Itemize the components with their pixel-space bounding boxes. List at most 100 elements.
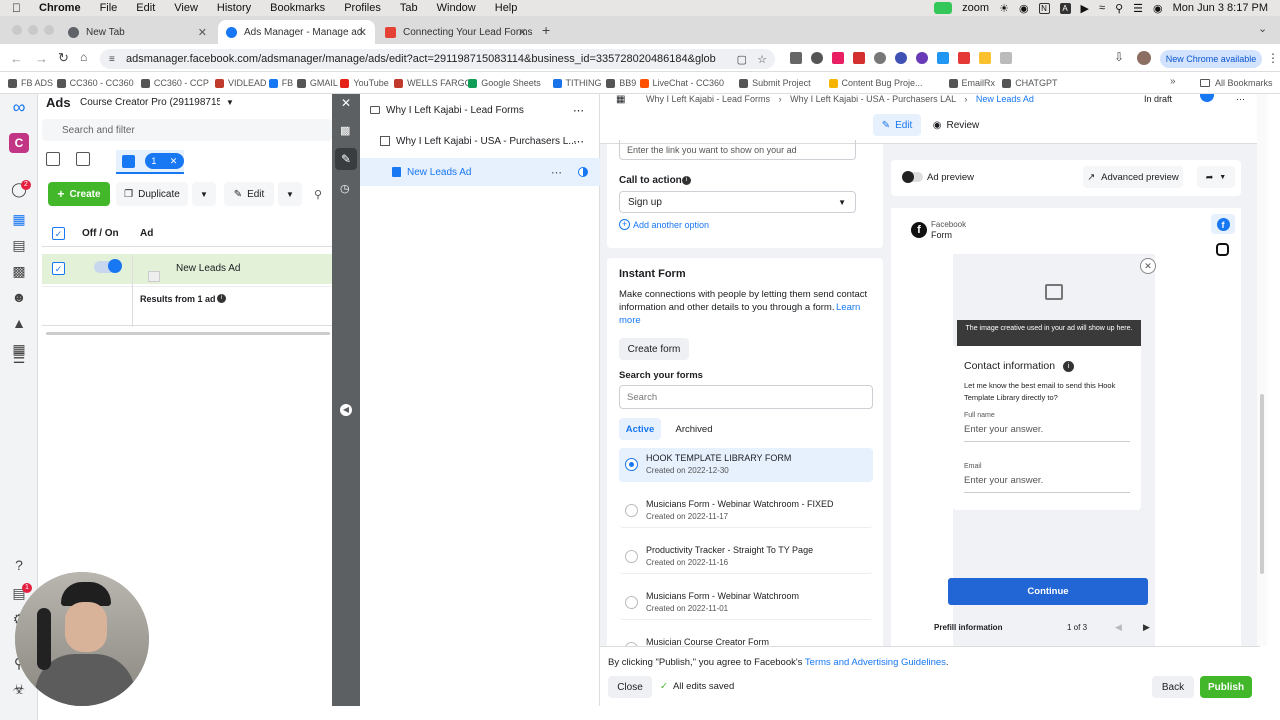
all-bookmarks[interactable]: All Bookmarks [1200,78,1273,88]
bookmark-item[interactable]: GMAIL [296,78,338,88]
close-icon[interactable]: ✕ [518,26,527,39]
menubar-clock[interactable]: Mon Jun 3 8:17 PM [1173,2,1268,14]
duplicate-button[interactable]: ❐ Duplicate [116,182,188,206]
forward-icon[interactable]: → [35,51,48,66]
window-zoom-button[interactable] [44,25,54,35]
info-icon[interactable]: i [682,176,691,185]
col-ad[interactable]: Ad [140,228,153,239]
bookmark-item[interactable]: WELLS FARGO [394,78,472,88]
extension-icon[interactable] [916,52,928,64]
breadcrumb-campaign[interactable]: Why I Left Kajabi - Lead Forms [646,94,770,104]
calendar-icon[interactable]: ▩ [10,262,28,280]
info-icon[interactable]: i [1063,361,1074,372]
site-info-icon[interactable]: ≡ [109,54,115,65]
menu-app-chrome[interactable]: Chrome [39,2,81,14]
extension-icon[interactable] [811,52,823,64]
meta-logo-icon[interactable]: ∞ [10,97,28,117]
menu-edit[interactable]: Edit [136,2,155,14]
edit-mode-icon[interactable]: ✎ [335,148,357,170]
apple-icon[interactable]:  [12,1,21,15]
download-icon[interactable]: ⇩ [1114,50,1124,64]
a-icon[interactable]: A [1059,2,1071,14]
form-radio[interactable] [625,550,638,563]
bookmark-item[interactable]: FB ADS [8,78,53,88]
menu-file[interactable]: File [100,2,118,14]
bookmark-item[interactable]: VIDLEAD [215,78,267,88]
form-radio[interactable] [625,596,638,609]
table-row[interactable]: ✓ New Leads Ad [42,254,332,284]
continue-button[interactable]: Continue [948,578,1148,605]
tab-ads-manager[interactable]: Ads Manager - Manage ads - ✕ [218,20,375,44]
terms-link[interactable]: Terms and Advertising Guidelines [805,657,946,668]
record-icon[interactable]: ◉ [1019,2,1029,15]
bookmark-item[interactable]: EmailRx [948,78,995,88]
select-all-checkbox[interactable]: ✓ [52,227,65,240]
back-icon[interactable]: ← [10,51,23,66]
bookmark-item[interactable]: CC360 - CC360 [56,78,134,88]
extension-icon[interactable] [958,52,970,64]
bookmark-item[interactable]: Content Bug Proje... [828,78,923,88]
next-icon[interactable]: ▶ [1143,622,1150,633]
cta-select[interactable]: Sign up ▼ [619,191,856,213]
edit-dropdown[interactable]: ▼ [278,182,302,206]
publish-button[interactable]: Publish [1200,676,1252,698]
on-off-toggle[interactable] [94,259,122,273]
bookmark-item[interactable]: TITHING [552,78,602,88]
menu-window[interactable]: Window [437,2,476,14]
form-option[interactable]: Musicians Form - Webinar Watchroom Create… [619,586,873,620]
extension-icon[interactable] [979,52,991,64]
review-mode-button[interactable]: ◉ Review [928,114,984,136]
more-icon[interactable]: ⋯ [551,166,562,179]
duplicate-dropdown[interactable]: ▼ [192,182,216,206]
menu-profiles[interactable]: Profiles [344,2,381,14]
create-button[interactable]: + Create [48,182,110,206]
n-icon[interactable]: N [1038,2,1050,14]
install-icon[interactable]: ▢ [737,53,747,66]
breadcrumb-ad[interactable]: New Leads Ad [976,94,1034,104]
row-checkbox[interactable]: ✓ [52,262,65,275]
menu-tab[interactable]: Tab [400,2,418,14]
close-icon[interactable]: ✕ [1140,258,1156,274]
puzzle-icon[interactable] [1000,52,1012,64]
menu-history[interactable]: History [217,2,251,14]
adsets-icon[interactable] [76,152,90,166]
tab-connecting-lead-forms[interactable]: Connecting Your Lead Forms ✕ [377,20,535,44]
new-tab-button[interactable]: + [542,22,550,38]
menu-help[interactable]: Help [495,2,518,14]
chart-icon[interactable]: ▩ [340,124,350,137]
pages-icon[interactable]: ▤ [10,236,28,254]
menu-bookmarks[interactable]: Bookmarks [270,2,325,14]
profile-avatar[interactable] [1137,51,1151,65]
edit-button[interactable]: ✎ Edit [224,182,274,206]
extension-icon[interactable] [937,52,949,64]
history-icon[interactable]: ◷ [340,182,350,195]
close-icon[interactable]: ✕ [170,156,178,167]
tree-item-campaign[interactable]: Why I Left Kajabi - Lead Forms ⋯ [360,100,600,120]
brightness-icon[interactable]: ☀ [999,2,1009,15]
bookmark-item[interactable]: BB9 [606,78,636,88]
ad-preview-toggle[interactable] [902,171,923,183]
sidebar-toggle-icon[interactable]: ▦ [616,94,625,105]
bookmark-star-icon[interactable]: ☆ [757,53,767,66]
close-button[interactable]: Close [608,676,652,698]
website-url-input[interactable]: Enter the link you want to show on your … [619,140,856,160]
reload-icon[interactable]: ↻ [58,50,69,66]
ads-level-tab[interactable]: 1 ✕ [116,150,184,174]
form-radio[interactable] [625,504,638,517]
selected-count-chip[interactable]: 1 ✕ [144,153,184,169]
extension-icon[interactable] [874,52,886,64]
bookmark-item[interactable]: CC360 - CCP [140,78,209,88]
more-menu-icon[interactable]: ⋮ [1267,51,1279,65]
extension-icon[interactable] [832,52,844,64]
siri-icon[interactable]: ◉ [1153,2,1163,15]
tree-item-adset[interactable]: Why I Left Kajabi - USA - Purchasers L..… [360,131,600,151]
menu-icon[interactable]: ☰ [10,349,28,367]
scroll-thumb[interactable] [1260,394,1264,574]
instagram-icon[interactable] [1216,243,1229,256]
bookmark-item[interactable]: Submit Project [739,78,811,88]
more-icon[interactable]: ⋯ [573,135,584,148]
extension-icon[interactable] [790,52,802,64]
table-icon[interactable]: ▦ [10,210,28,228]
breadcrumb-adset[interactable]: Why I Left Kajabi - USA - Purchasers LAL [790,94,956,104]
advanced-preview-button[interactable]: ↗ Advanced preview [1083,166,1183,188]
